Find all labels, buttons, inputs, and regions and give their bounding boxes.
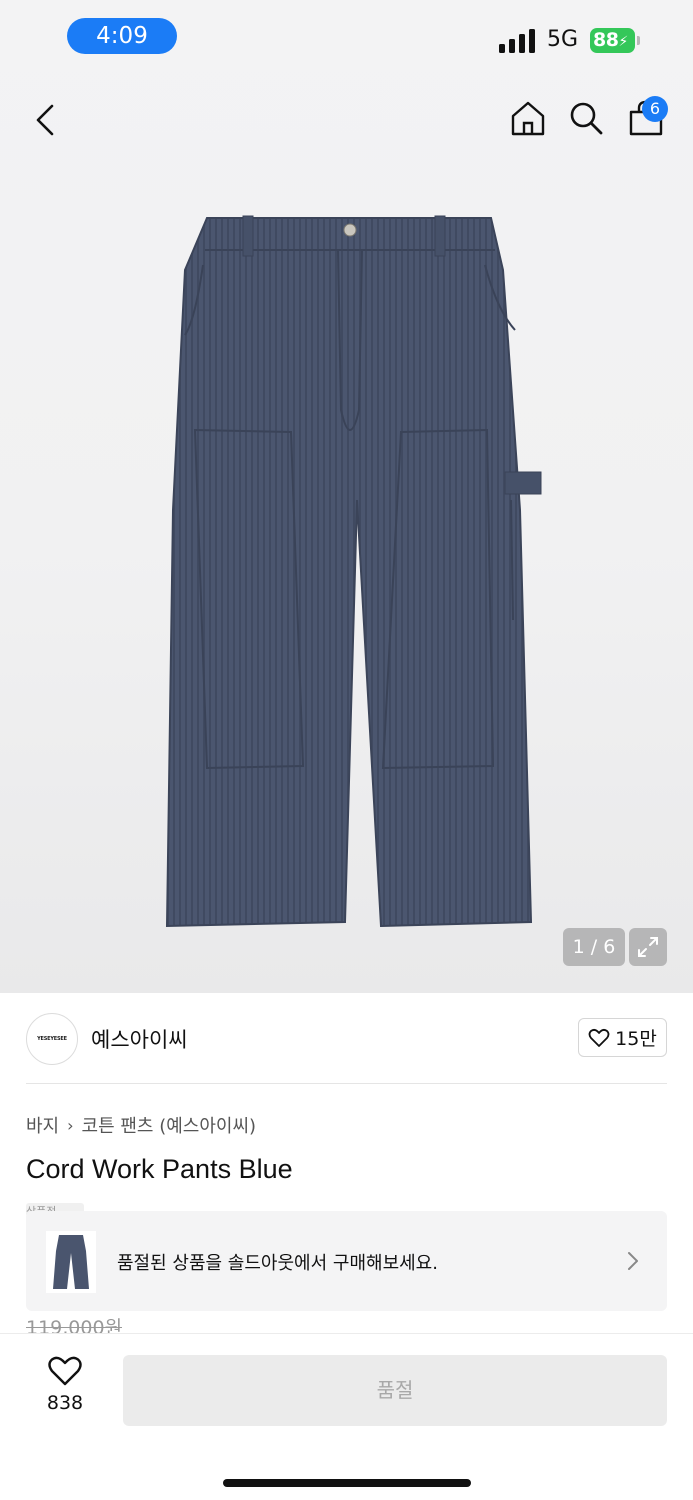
battery-cap — [637, 36, 640, 45]
chevron-right-icon — [628, 1252, 638, 1270]
brand-like-button[interactable]: 15만 — [578, 1018, 667, 1057]
top-nav — [0, 80, 693, 160]
brand-name[interactable]: 예스아이씨 — [91, 1024, 188, 1054]
product-title: Cord Work Pants Blue — [26, 1154, 293, 1184]
back-button[interactable] — [26, 98, 66, 142]
brand-like-count: 15만 — [615, 1028, 657, 1050]
banner-product-thumbnail — [46, 1231, 96, 1293]
wishlist-button[interactable]: 838 — [30, 1356, 100, 1428]
brand-row[interactable]: YESEYESEE 예스아이씨 15만 — [0, 993, 693, 1085]
soldout-banner-text: 품절된 상품을 솔드아웃에서 구매해보세요. — [117, 1253, 438, 1274]
breadcrumb-category[interactable]: 바지 — [26, 1112, 59, 1138]
breadcrumb: 바지 › 코튼 팬츠 (예스아이씨) — [26, 1112, 256, 1138]
soldout-banner[interactable]: 품절된 상품을 솔드아웃에서 구매해보세요. — [26, 1211, 667, 1311]
heart-icon — [588, 1028, 610, 1047]
home-button[interactable] — [506, 96, 550, 140]
image-counter: 1 / 6 — [563, 928, 625, 966]
product-image-gallery[interactable]: 4:09 5G 88⚡ 6 1 / 6 — [0, 0, 693, 993]
heart-icon — [48, 1356, 82, 1386]
status-time: 4:09 — [67, 18, 177, 54]
cart-count-badge: 6 — [642, 96, 668, 122]
breadcrumb-subcategory[interactable]: 코튼 팬츠 (예스아이씨) — [82, 1112, 257, 1138]
brand-logo[interactable]: YESEYESEE — [26, 1013, 78, 1065]
product-image[interactable] — [155, 210, 545, 930]
search-button[interactable] — [564, 96, 608, 140]
divider — [26, 1083, 667, 1084]
battery-level: 88 — [593, 29, 619, 51]
charging-icon: ⚡ — [618, 34, 628, 50]
battery-indicator: 88⚡ — [590, 28, 635, 53]
network-type: 5G — [547, 27, 579, 52]
wishlist-count: 838 — [46, 1392, 84, 1414]
status-bar: 4:09 5G 88⚡ — [0, 0, 693, 72]
signal-icon — [499, 29, 535, 53]
bottom-action-bar: 838 품절 — [0, 1333, 693, 1500]
chevron-right-icon: › — [67, 1115, 74, 1135]
soldout-button[interactable]: 품절 — [123, 1355, 667, 1426]
original-price: 119,000원 — [26, 1317, 123, 1333]
expand-button[interactable] — [629, 928, 667, 966]
home-indicator — [223, 1479, 471, 1487]
